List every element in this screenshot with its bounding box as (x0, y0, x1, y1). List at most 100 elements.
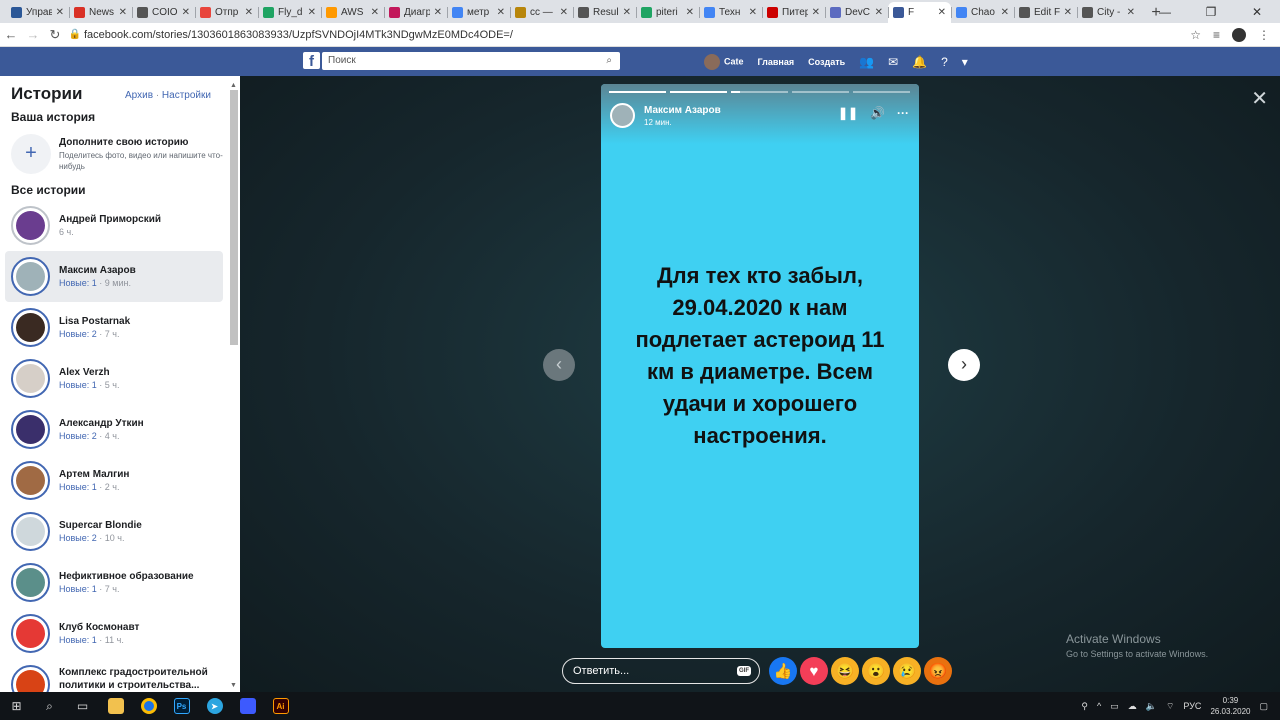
telegram-icon[interactable]: ➤ (198, 692, 231, 720)
url-field[interactable]: facebook.com/stories/1303601863083933/Uz… (84, 29, 1190, 41)
story-list-item[interactable]: Нефиктивное образование Новые: 1 · 7 ч. (5, 557, 223, 608)
tab-close-icon[interactable]: ✕ (686, 7, 694, 18)
friends-icon[interactable]: 👥 (859, 55, 874, 69)
tab-close-icon[interactable]: ✕ (371, 7, 379, 18)
back-icon[interactable]: ← (0, 27, 22, 42)
story-list-item[interactable]: Александр Уткин Новые: 2 · 4 ч. (5, 404, 223, 455)
messenger-icon[interactable]: ✉ (888, 55, 898, 69)
home-link[interactable]: Главная (758, 57, 795, 67)
tab-close-icon[interactable]: ✕ (182, 7, 190, 18)
story-list-item[interactable]: Максим Азаров Новые: 1 · 9 мин. (5, 251, 223, 302)
network-icon[interactable]: ⌔ (1166, 701, 1174, 712)
story-list-item[interactable]: Комплекс градостроительной политики и ст… (5, 659, 223, 692)
tray-expand-icon[interactable]: ^ (1097, 701, 1101, 711)
archive-link[interactable]: Архив (125, 90, 153, 101)
fb-search-input[interactable]: Поиск ⌕ (322, 52, 620, 70)
browser-tab[interactable]: Питер ✕ (762, 2, 825, 23)
tab-close-icon[interactable]: ✕ (1001, 7, 1009, 18)
add-story-button[interactable]: + Дополните свою историю Поделитесь фото… (11, 134, 229, 174)
volume-tray-icon[interactable]: 🔈 (1146, 701, 1157, 712)
story-list-item[interactable]: Alex Verzh Новые: 1 · 5 ч. (5, 353, 223, 404)
illustrator-icon[interactable]: Ai (264, 692, 297, 720)
profile-avatar[interactable] (1232, 27, 1246, 42)
create-link[interactable]: Создать (808, 57, 845, 67)
browser-tab[interactable]: Chao ✕ (951, 2, 1014, 23)
browser-tab[interactable]: COIO ✕ (132, 2, 195, 23)
minimize-icon[interactable]: — (1142, 0, 1188, 23)
tab-close-icon[interactable]: ✕ (623, 7, 631, 18)
forward-icon[interactable]: → (22, 27, 44, 42)
story-list-item[interactable]: Артем Малгин Новые: 1 · 2 ч. (5, 455, 223, 506)
windows-start-icon[interactable]: ⊞ (0, 692, 33, 720)
tab-close-icon[interactable]: ✕ (245, 7, 253, 18)
reaction-like-icon[interactable]: 👍 (769, 657, 797, 685)
browser-tab[interactable]: Fly_d ✕ (258, 2, 321, 23)
tab-close-icon[interactable]: ✕ (812, 7, 820, 18)
help-icon[interactable]: ? (941, 55, 948, 69)
cloud-icon[interactable]: ☁ (1128, 701, 1137, 712)
tab-close-icon[interactable]: ✕ (1127, 7, 1135, 18)
fb-logo-icon[interactable]: f (303, 52, 320, 70)
tab-close-icon[interactable]: ✕ (56, 7, 64, 18)
close-window-icon[interactable]: ✕ (1234, 0, 1280, 23)
tab-close-icon[interactable]: ✕ (434, 7, 442, 18)
tab-close-icon[interactable]: ✕ (497, 7, 505, 18)
search-icon[interactable]: ⌕ (606, 52, 612, 70)
browser-tab[interactable]: News ✕ (69, 2, 132, 23)
reaction-love-icon[interactable]: ♥ (800, 657, 828, 685)
task-view-icon[interactable]: ▭ (66, 692, 99, 720)
tab-close-icon[interactable]: ✕ (560, 7, 568, 18)
tab-close-icon[interactable]: ✕ (308, 7, 316, 18)
browser-tab[interactable]: AWS ✕ (321, 2, 384, 23)
reaction-sad-icon[interactable]: 😢 (893, 657, 921, 685)
people-icon[interactable]: ⚲ (1081, 701, 1088, 712)
previous-story-button[interactable]: ‹ (543, 349, 575, 381)
story-list-item[interactable]: Клуб Космонавт Новые: 1 · 11 ч. (5, 608, 223, 659)
browser-tab[interactable]: Техн ✕ (699, 2, 762, 23)
browser-tab[interactable]: Resul ✕ (573, 2, 636, 23)
browser-tab[interactable]: Диагр ✕ (384, 2, 447, 23)
search-icon[interactable]: ⌕ (33, 692, 66, 720)
browser-tab[interactable]: piteri ✕ (636, 2, 699, 23)
reaction-wow-icon[interactable]: 😮 (862, 657, 890, 685)
browser-tab[interactable]: Edit F ✕ (1014, 2, 1077, 23)
story-list-item[interactable]: Supercar Blondie Новые: 2 · 10 ч. (5, 506, 223, 557)
pause-icon[interactable]: ❚❚ (838, 106, 858, 120)
reply-input[interactable]: Ответить... GIF (562, 658, 760, 684)
gif-icon[interactable]: GIF (737, 666, 751, 676)
scroll-up-icon[interactable]: ▲ (230, 82, 237, 89)
tab-close-icon[interactable]: ✕ (749, 7, 757, 18)
scrollbar-thumb[interactable] (230, 90, 238, 345)
author-avatar[interactable] (610, 103, 635, 128)
reaction-haha-icon[interactable]: 😆 (831, 657, 859, 685)
next-story-button[interactable]: › (948, 349, 980, 381)
settings-link[interactable]: Настройки (162, 90, 211, 101)
account-menu-caret-icon[interactable]: ▾ (962, 55, 968, 69)
clock[interactable]: 0:39 26.03.2020 (1210, 695, 1250, 717)
close-viewer-icon[interactable]: ✕ (1251, 86, 1268, 111)
story-card[interactable]: Максим Азаров 12 мин. ❚❚ 🔊 ··· Для тех к… (601, 84, 919, 648)
notifications-icon[interactable]: ▢ (1259, 701, 1268, 712)
notifications-bell-icon[interactable]: 🔔 (912, 55, 927, 69)
tab-close-icon[interactable]: ✕ (875, 7, 883, 18)
sidebar-scrollbar[interactable]: ▲ ▼ (229, 82, 239, 690)
browser-tab[interactable]: F ✕ (888, 2, 951, 23)
network-app-icon[interactable] (231, 692, 264, 720)
reaction-angry-icon[interactable]: 😡 (924, 657, 952, 685)
browser-tab[interactable]: City - ✕ (1077, 2, 1140, 23)
tab-close-icon[interactable]: ✕ (1064, 7, 1072, 18)
story-list-item[interactable]: Андрей Приморский 6 ч. (5, 200, 223, 251)
browser-menu-icon[interactable]: ⋮ (1258, 28, 1270, 42)
volume-icon[interactable]: 🔊 (870, 106, 885, 120)
profile-link[interactable]: Cate (704, 53, 744, 70)
tab-close-icon[interactable]: ✕ (938, 7, 946, 18)
browser-tab[interactable]: Управ ✕ (6, 2, 69, 23)
scroll-down-icon[interactable]: ▼ (230, 682, 237, 689)
browser-tab[interactable]: cc — ✕ (510, 2, 573, 23)
reload-icon[interactable]: ↻ (44, 27, 66, 43)
author-name[interactable]: Максим Азаров (644, 105, 721, 116)
story-list-item[interactable]: Lisa Postarnak Новые: 2 · 7 ч. (5, 302, 223, 353)
lock-icon[interactable]: 🔒 (66, 29, 84, 40)
maximize-icon[interactable]: ❐ (1188, 0, 1234, 23)
browser-tab[interactable]: метр ✕ (447, 2, 510, 23)
